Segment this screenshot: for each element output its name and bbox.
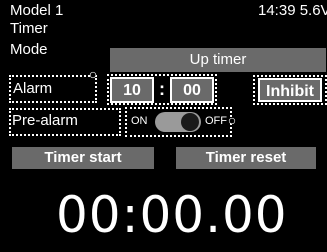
timer-reset-button[interactable]: Timer reset [176,147,316,169]
timer-start-button[interactable]: Timer start [12,147,154,169]
alarm-time-callout-box [107,74,217,105]
mode-label: Mode [10,41,48,58]
alarm-callout-box [9,75,97,103]
page-title: Timer [10,20,48,37]
timer-display: 00:00.00 [56,186,288,244]
clock-voltage-status: 14:39 5.6V [258,2,327,19]
mode-select-button[interactable]: Up timer [110,48,326,72]
inhibit-callout-box [253,75,327,105]
prealarm-callout-box [9,108,121,136]
toggle-callout-box [125,107,232,137]
model-name: Model 1 [10,2,64,19]
